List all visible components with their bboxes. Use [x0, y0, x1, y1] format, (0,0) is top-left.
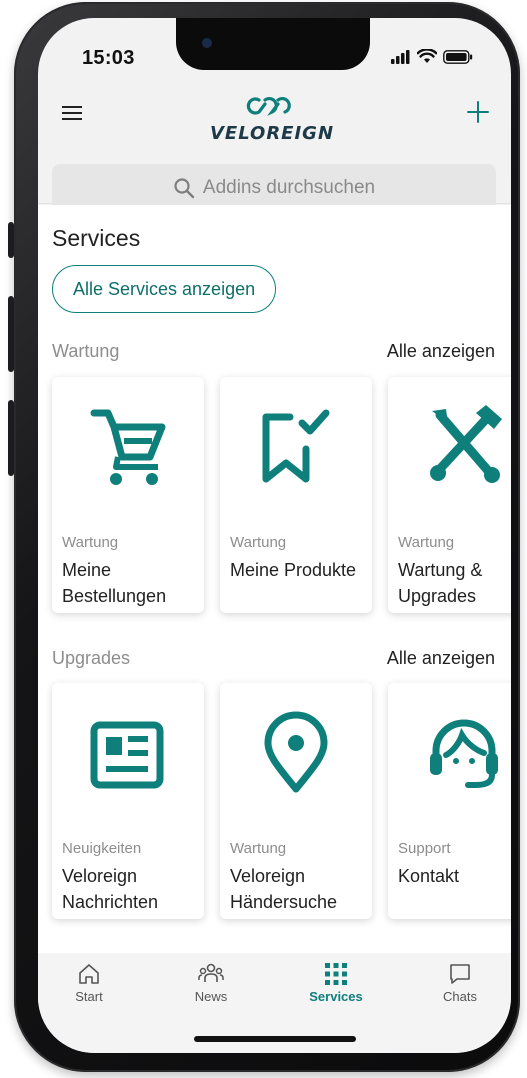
tab-start[interactable]: Start [44, 959, 134, 1004]
card-category: Wartung [62, 534, 119, 551]
hamburger-icon[interactable] [62, 105, 84, 121]
section-label-upgrades: Upgrades [52, 648, 131, 668]
home-icon [79, 964, 99, 984]
battery-icon [443, 49, 473, 64]
card-category: Neuigkeiten [62, 840, 142, 857]
card-category: Wartung [398, 534, 455, 551]
tab-services[interactable]: Services [291, 959, 381, 1004]
volume-up-button [8, 296, 14, 372]
brand-name: VELOREIGN [209, 123, 335, 144]
signal-icon [391, 49, 410, 64]
tab-label: Chats [443, 989, 477, 1004]
search-icon [174, 178, 195, 199]
see-all-link-wartung[interactable]: Alle anzeigen [387, 341, 495, 362]
card-title: Veloreign Nachrichten [62, 866, 159, 912]
location-pin-icon [264, 711, 328, 793]
card-wartung-upgrades[interactable]: Wartung Wartung & Upgrades [388, 377, 511, 613]
news-icon [90, 721, 164, 789]
bookmark-check-icon [262, 409, 330, 483]
chat-icon [450, 964, 470, 984]
volume-down-button [8, 400, 14, 476]
tab-chats[interactable]: Chats [415, 959, 505, 1004]
card-category: Wartung [230, 840, 287, 857]
plus-icon[interactable] [465, 99, 491, 125]
card-row-upgrades: Neuigkeiten Veloreign Nachrichten Wartun… [52, 683, 511, 923]
grid-icon [325, 963, 347, 985]
cart-icon [90, 409, 166, 485]
card-category: Support [398, 840, 451, 857]
all-services-button[interactable]: Alle Services anzeigen [52, 265, 277, 313]
headset-icon [430, 719, 498, 788]
card-title: Meine Bestellungen [62, 560, 167, 606]
tab-label: Start [75, 989, 103, 1004]
tab-news[interactable]: News [166, 959, 256, 1004]
see-all-link-upgrades[interactable]: Alle anzeigen [387, 648, 495, 669]
status-time: 15:03 [82, 47, 135, 69]
status-icons [391, 49, 473, 64]
page-title: Services [52, 225, 141, 251]
card-title: Meine Produkte [230, 560, 357, 580]
card-kontakt[interactable]: Support Kontakt [388, 683, 511, 919]
wifi-icon [417, 49, 437, 63]
card-row-wartung: Wartung Meine Bestellungen Wartung Meine… [52, 377, 511, 617]
card-title: Wartung & Upgrades [398, 560, 483, 606]
app-header: VELOREIGN Addins durchsuchen [38, 78, 511, 212]
search-placeholder: Addins durchsuchen [202, 177, 376, 198]
main-content: Services Alle Services anzeigen Wartung … [38, 205, 511, 953]
notch [176, 18, 370, 70]
tab-label: Services [309, 989, 363, 1004]
brand-logo: VELOREIGN [206, 96, 338, 146]
card-meine-produkte[interactable]: Wartung Meine Produkte [220, 377, 372, 613]
card-title: Veloreign Händersuche [230, 866, 338, 912]
card-veloreign-haendersuche[interactable]: Wartung Veloreign Händersuche [220, 683, 372, 919]
camera [202, 38, 212, 48]
tools-icon [430, 405, 502, 483]
home-indicator [194, 1036, 356, 1042]
card-title: Kontakt [398, 866, 460, 886]
card-category: Wartung [230, 534, 287, 551]
people-icon [198, 963, 224, 982]
silent-switch [8, 222, 14, 258]
card-meine-bestellungen[interactable]: Wartung Meine Bestellungen [52, 377, 204, 613]
brand-logo-icon [246, 96, 291, 116]
app-screen: 15:03 VELOREIGN Addins durchsuchen Servi… [38, 18, 511, 1053]
card-veloreign-nachrichten[interactable]: Neuigkeiten Veloreign Nachrichten [52, 683, 204, 919]
section-label-wartung: Wartung [52, 341, 120, 361]
tab-label: News [194, 989, 228, 1004]
